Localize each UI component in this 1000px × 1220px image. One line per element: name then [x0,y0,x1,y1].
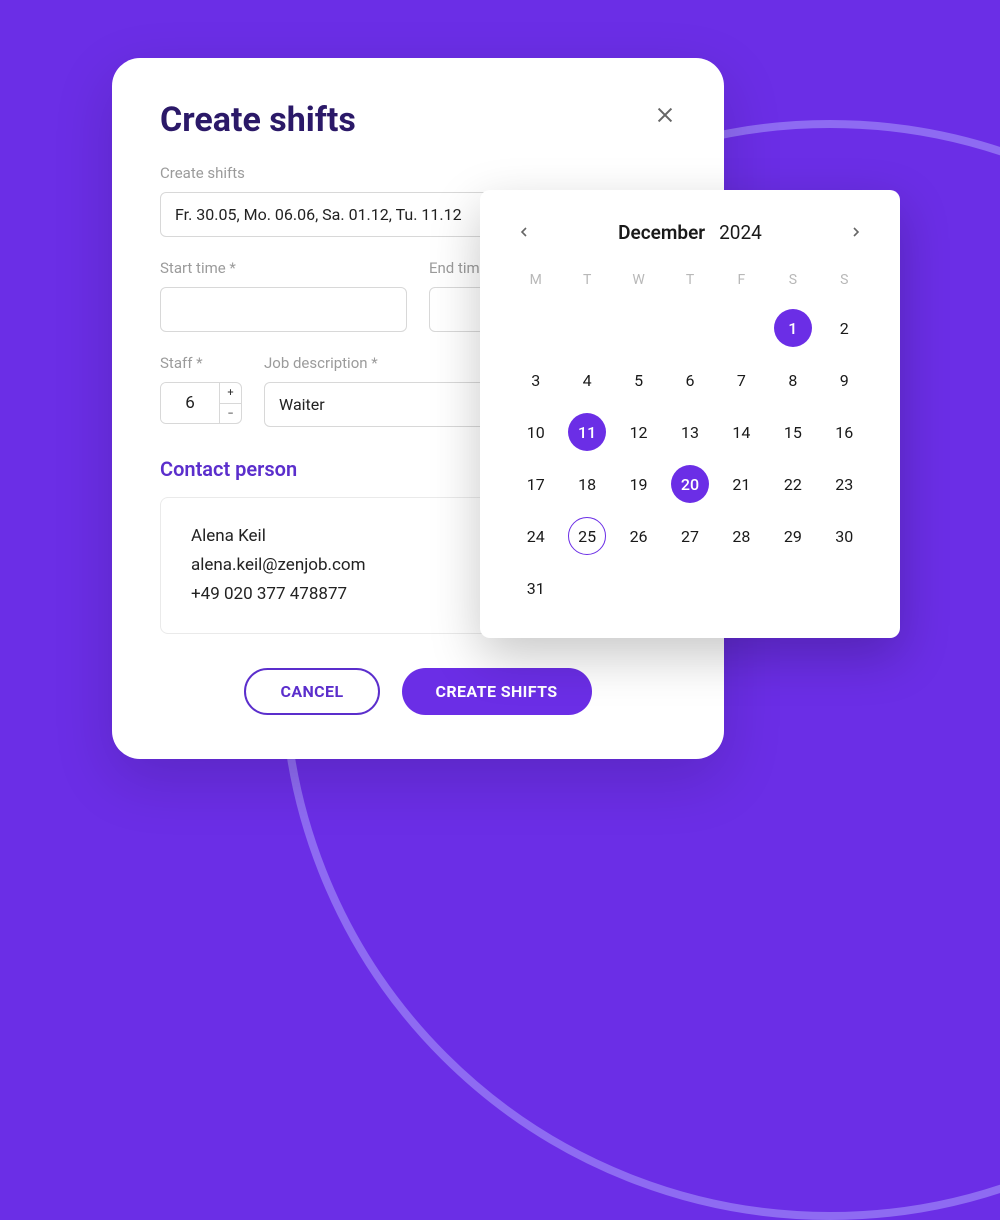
calendar-cell: 11 [561,412,612,452]
calendar-cell: 26 [613,516,664,556]
calendar-cell: 2 [819,308,870,348]
calendar-day[interactable]: 1 [774,309,812,347]
calendar-day[interactable]: 22 [774,465,812,503]
dates-label: Create shifts [160,164,676,182]
calendar-weekday: W [613,272,664,296]
create-shifts-button[interactable]: CREATE SHIFTS [402,668,592,715]
calendar-cell: 5 [613,360,664,400]
calendar-cell: 13 [664,412,715,452]
calendar-cell: 30 [819,516,870,556]
calendar-grid: MTWTFSS123456789101112131415161718192021… [510,272,870,608]
staff-label: Staff * [160,354,242,372]
calendar-day[interactable]: 21 [722,465,760,503]
start-time-label: Start time * [160,259,407,277]
calendar-day[interactable]: 2 [825,309,863,347]
calendar-day[interactable]: 26 [620,517,658,555]
calendar-weekday: S [767,272,818,296]
calendar-cell: 8 [767,360,818,400]
calendar-day[interactable]: 30 [825,517,863,555]
calendar-empty-cell [561,308,612,348]
staff-value[interactable]: 6 [161,383,219,423]
calendar-month: December [618,221,705,244]
calendar-cell: 10 [510,412,561,452]
calendar-weekday: F [716,272,767,296]
modal-header: Create shifts [160,100,676,140]
next-month-icon[interactable] [842,218,870,246]
calendar-cell: 12 [613,412,664,452]
calendar-header: December 2024 [510,218,870,246]
calendar-day[interactable]: 19 [620,465,658,503]
calendar-empty-cell [664,308,715,348]
calendar-day[interactable]: 14 [722,413,760,451]
modal-title: Create shifts [160,100,356,140]
calendar-day[interactable]: 29 [774,517,812,555]
calendar-empty-cell [510,308,561,348]
calendar-day[interactable]: 12 [620,413,658,451]
calendar-cell: 1 [767,308,818,348]
prev-month-icon[interactable] [510,218,538,246]
calendar-day[interactable]: 10 [517,413,555,451]
calendar-day[interactable]: 8 [774,361,812,399]
calendar-cell: 6 [664,360,715,400]
staff-field: Staff * 6 + − [160,354,242,427]
calendar-day[interactable]: 3 [517,361,555,399]
calendar-cell: 3 [510,360,561,400]
calendar-cell: 9 [819,360,870,400]
calendar-day[interactable]: 16 [825,413,863,451]
calendar-cell: 25 [561,516,612,556]
calendar-day[interactable]: 6 [671,361,709,399]
calendar-day[interactable]: 5 [620,361,658,399]
calendar-day[interactable]: 24 [517,517,555,555]
calendar-weekday: S [819,272,870,296]
calendar-cell: 20 [664,464,715,504]
calendar-day[interactable]: 7 [722,361,760,399]
calendar-day[interactable]: 13 [671,413,709,451]
calendar-cell: 28 [716,516,767,556]
calendar-day[interactable]: 18 [568,465,606,503]
calendar-cell: 15 [767,412,818,452]
calendar-cell: 16 [819,412,870,452]
calendar-cell: 21 [716,464,767,504]
staff-stepper: 6 + − [160,382,242,424]
staff-increment-button[interactable]: + [220,383,241,404]
calendar-day[interactable]: 25 [568,517,606,555]
calendar-cell: 18 [561,464,612,504]
calendar-cell: 23 [819,464,870,504]
start-time-field: Start time * [160,259,407,332]
calendar-day[interactable]: 15 [774,413,812,451]
calendar-weekday: M [510,272,561,296]
start-time-input[interactable] [160,287,407,332]
calendar-day[interactable]: 27 [671,517,709,555]
calendar-cell: 24 [510,516,561,556]
staff-stepper-buttons: + − [219,383,241,423]
calendar-cell: 31 [510,568,561,608]
calendar-cell: 29 [767,516,818,556]
calendar-day[interactable]: 23 [825,465,863,503]
calendar-cell: 7 [716,360,767,400]
calendar-weekday: T [664,272,715,296]
calendar-empty-cell [716,308,767,348]
calendar-title: December 2024 [550,221,830,244]
calendar-day[interactable]: 4 [568,361,606,399]
close-icon[interactable] [654,104,676,126]
staff-decrement-button[interactable]: − [220,404,241,424]
calendar-day[interactable]: 20 [671,465,709,503]
calendar-day[interactable]: 11 [568,413,606,451]
calendar-empty-cell [613,308,664,348]
calendar-day[interactable]: 28 [722,517,760,555]
calendar-cell: 22 [767,464,818,504]
date-picker: December 2024 MTWTFSS1234567891011121314… [480,190,900,638]
calendar-cell: 17 [510,464,561,504]
calendar-cell: 4 [561,360,612,400]
calendar-weekday: T [561,272,612,296]
calendar-cell: 14 [716,412,767,452]
calendar-cell: 19 [613,464,664,504]
calendar-day[interactable]: 9 [825,361,863,399]
calendar-year: 2024 [719,221,762,244]
cancel-button[interactable]: CANCEL [244,668,379,715]
modal-actions: CANCEL CREATE SHIFTS [160,668,676,715]
calendar-day[interactable]: 17 [517,465,555,503]
calendar-day[interactable]: 31 [517,569,555,607]
calendar-cell: 27 [664,516,715,556]
